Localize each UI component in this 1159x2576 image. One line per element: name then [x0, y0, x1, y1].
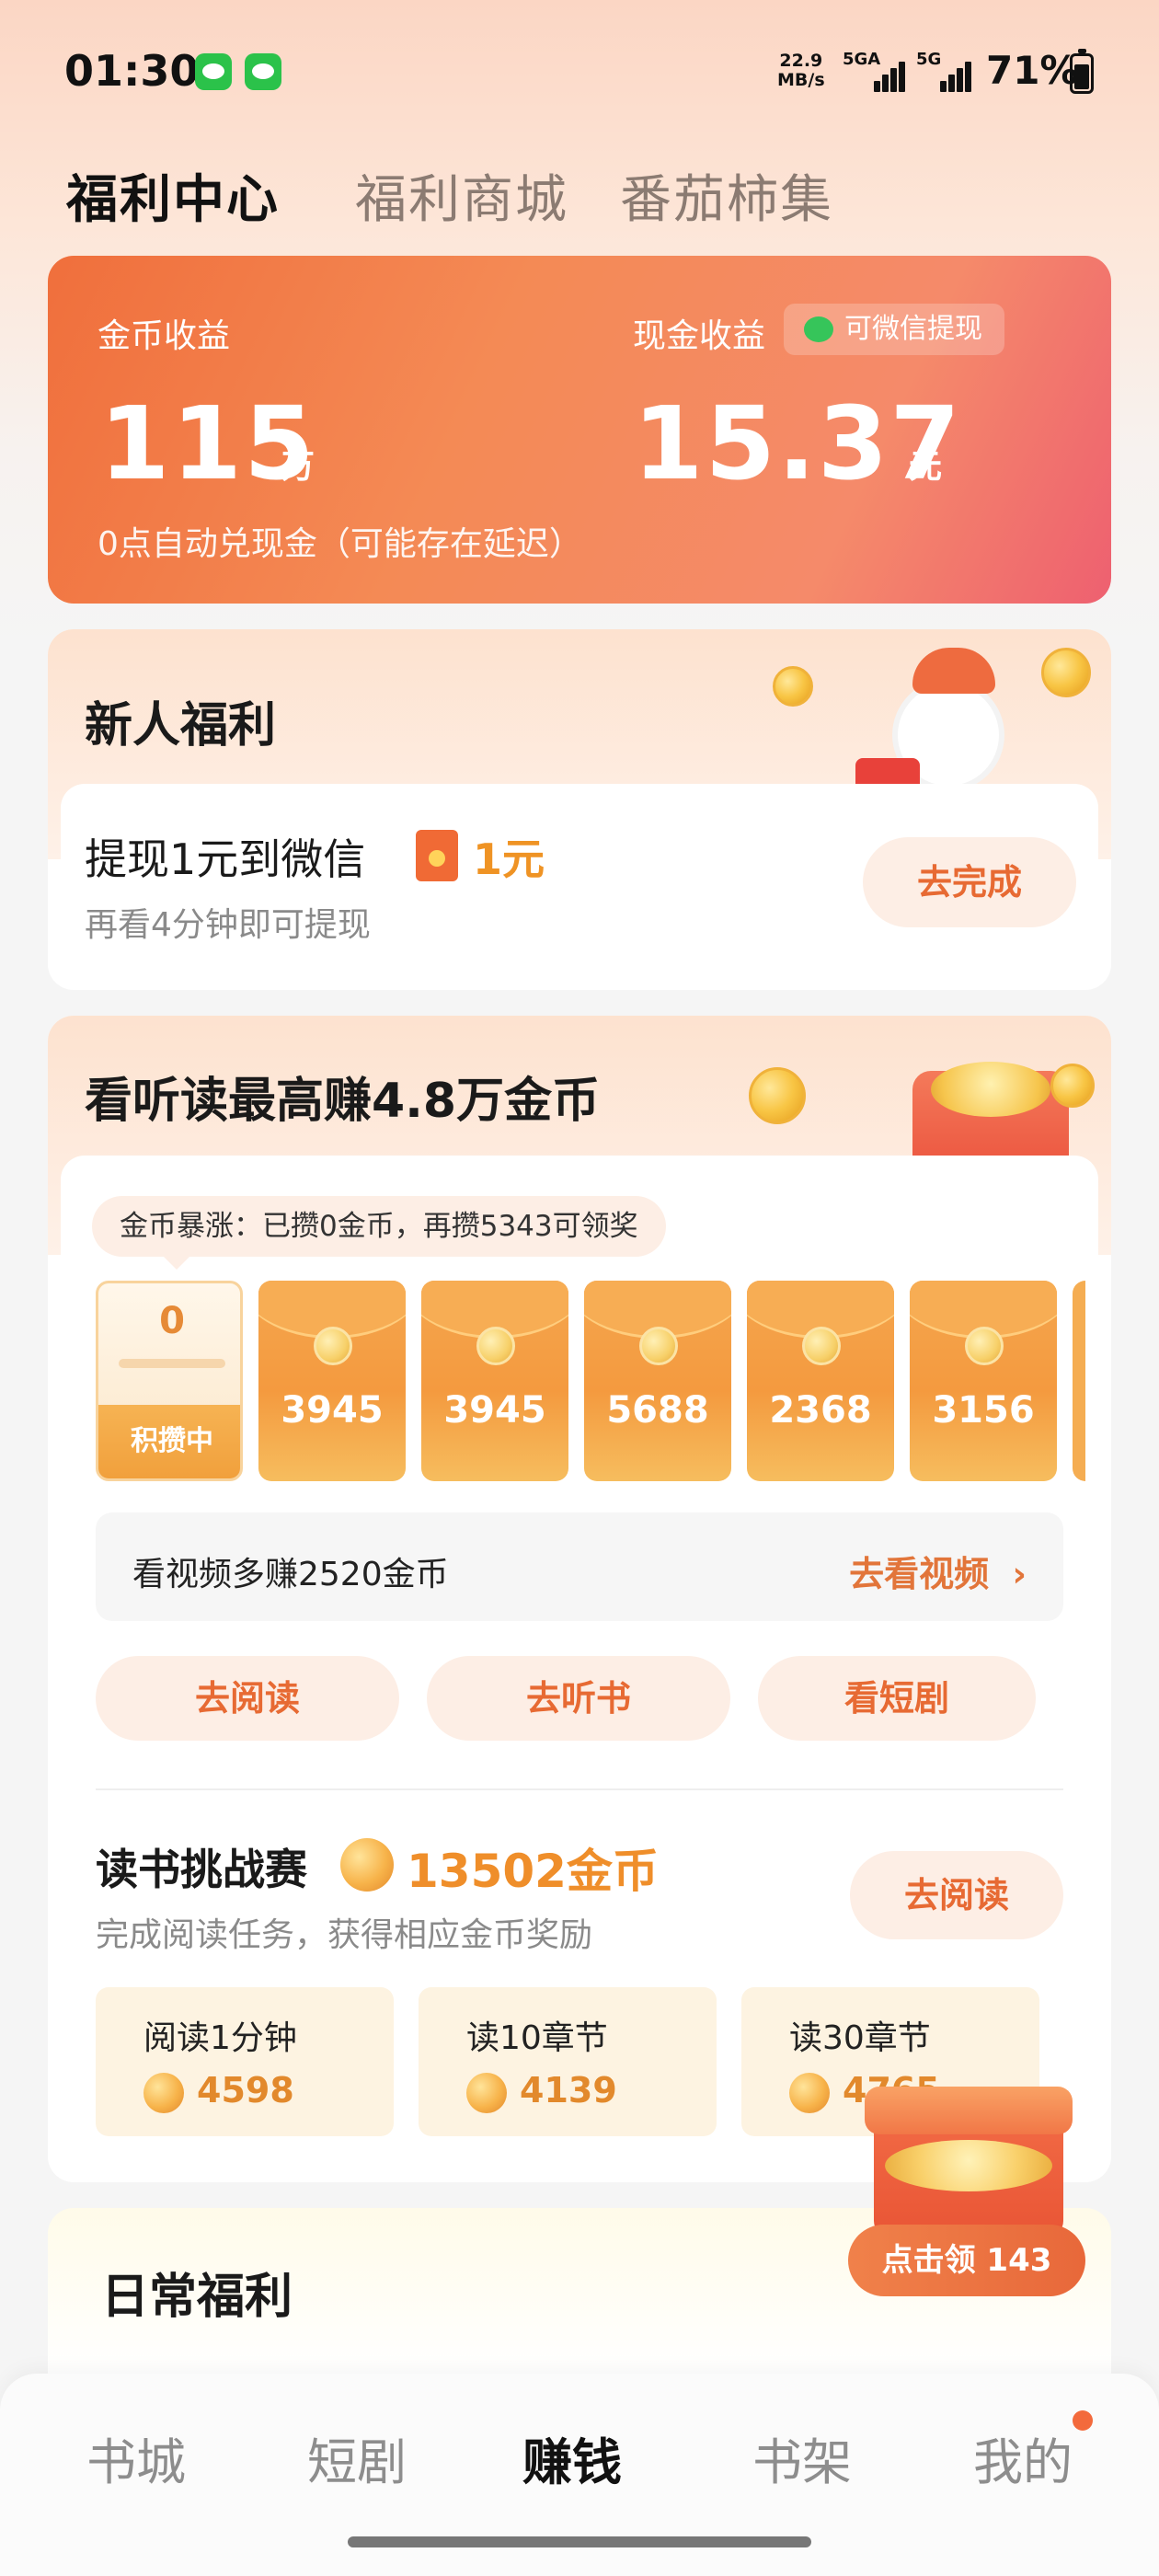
task-name: 读10章节 — [466, 2019, 608, 2057]
home-indicator[interactable] — [348, 2536, 811, 2547]
sim1-signal-icon — [874, 57, 907, 92]
packet-value: 3945 — [281, 1389, 384, 1432]
newbie-welfare-card: 新人福利 提现1元到微信 1元 再看4分钟即可提现 去完成 — [48, 629, 1111, 990]
wechat-notification-icon — [245, 53, 281, 90]
coin-earnings-unit: 万 — [281, 448, 316, 486]
challenge-title: 读书挑战赛 — [96, 1845, 307, 1894]
coin-icon — [466, 2072, 507, 2113]
packet-value: 2368 — [769, 1389, 872, 1432]
packet-value: 5688 — [606, 1389, 709, 1432]
reading-title: 看听读最高赚4.8万金币 — [85, 1074, 601, 1129]
auto-exchange-note: 0点自动兑现金（可能存在延迟） — [98, 525, 582, 563]
chevron-right-icon: › — [1012, 1554, 1027, 1594]
packet-value: 3156 — [932, 1389, 1035, 1432]
go-listen-button[interactable]: 去听书 — [427, 1656, 730, 1741]
coin-decoration-icon — [1050, 1064, 1095, 1108]
chest-coins-decoration — [885, 2140, 1052, 2191]
tab-welfare-mall[interactable]: 福利商城 — [355, 158, 568, 233]
nav-bookstore[interactable]: 书城 — [86, 2421, 186, 2494]
status-time: 01:30 — [64, 46, 200, 96]
watch-video-link[interactable]: 去看视频 › — [849, 1546, 1027, 1596]
notification-dot — [1073, 2410, 1093, 2431]
red-packet[interactable]: 3156 — [910, 1281, 1057, 1481]
status-bar: 01:30 22.9 MB/s 5GA 5G 71% — [0, 0, 1159, 138]
red-packet[interactable]: 3945 — [421, 1281, 568, 1481]
coin-decoration-icon — [1041, 648, 1091, 697]
tab-welfare-center[interactable]: 福利中心 — [66, 158, 280, 233]
chest-lid — [865, 2087, 1073, 2134]
earnings-card[interactable]: 金币收益 115 万 现金收益 可微信提现 15.37 元 0点自动兑现金（可能… — [48, 256, 1111, 604]
watch-video-text: 看视频多赚2520金币 — [132, 1556, 449, 1593]
red-packet[interactable]: 2368 — [747, 1281, 894, 1481]
watch-drama-button[interactable]: 看短剧 — [758, 1656, 1036, 1741]
cash-earnings-label: 现金收益 — [633, 317, 766, 355]
packet-label: 积攒中 — [98, 1405, 240, 1478]
packet-value: 3945 — [443, 1389, 546, 1432]
withdraw-task-title: 提现1元到微信 — [85, 834, 366, 884]
nav-mine[interactable]: 我的 — [973, 2421, 1073, 2494]
withdraw-reward: 1元 — [473, 834, 545, 884]
task-coins: 4598 — [143, 2070, 294, 2113]
challenge-read-button[interactable]: 去阅读 — [850, 1851, 1063, 1939]
watch-video-row[interactable]: 看视频多赚2520金币 去看视频 › — [96, 1512, 1063, 1621]
packet-accumulating[interactable]: 0 积攒中 — [96, 1281, 243, 1481]
wechat-icon — [804, 316, 833, 342]
coin-decoration-icon — [749, 1067, 806, 1124]
coin-seal-icon — [476, 1327, 515, 1365]
task-coins: 4139 — [466, 2070, 617, 2113]
battery-icon — [1070, 49, 1094, 94]
coin-seal-icon — [965, 1327, 1004, 1365]
coin-boost-tip: 金币暴涨：已攒0金币，再攒5343可领奖 — [92, 1196, 666, 1270]
wechat-notification-icon — [195, 53, 232, 90]
claim-chest-button[interactable]: 点击领 143 — [848, 2225, 1085, 2296]
task-coins-value: 4139 — [520, 2070, 617, 2110]
tab-tomato-market[interactable]: 番茄柿集 — [620, 158, 833, 233]
red-packet[interactable]: 3945 — [258, 1281, 406, 1481]
watch-video-label: 去看视频 — [849, 1554, 990, 1594]
nav-bookshelf[interactable]: 书架 — [752, 2421, 852, 2494]
withdraw-task-row: 提现1元到微信 1元 再看4分钟即可提现 去完成 — [61, 784, 1098, 977]
coin-earnings-label: 金币收益 — [98, 317, 231, 355]
task-name: 阅读1分钟 — [143, 2019, 297, 2057]
go-read-button[interactable]: 去阅读 — [96, 1656, 399, 1741]
wechat-withdraw-badge: 可微信提现 — [784, 304, 1004, 355]
challenge-coins: 13502金币 — [407, 1845, 659, 1898]
nav-earn-money[interactable]: 赚钱 — [522, 2421, 622, 2494]
complete-button[interactable]: 去完成 — [863, 837, 1076, 927]
coin-icon — [789, 2072, 830, 2113]
red-packet-partial — [1073, 1281, 1085, 1481]
sim2-signal-icon — [940, 57, 977, 92]
top-tabs: 福利中心 福利商城 番茄柿集 — [0, 158, 1159, 232]
red-packet-icon — [416, 830, 458, 881]
coin-seal-icon — [314, 1327, 352, 1365]
network-speed: 22.9 MB/s — [777, 52, 825, 90]
coin-seal-icon — [639, 1327, 678, 1365]
challenge-sub: 完成阅读任务，获得相应金币奖励 — [96, 1916, 593, 1954]
wechat-withdraw-text: 可微信提现 — [844, 313, 982, 345]
packet-value: 0 — [159, 1300, 185, 1342]
progress-bar — [119, 1359, 225, 1368]
coin-icon — [340, 1838, 394, 1892]
challenge-task[interactable]: 阅读1分钟 4598 — [96, 1987, 394, 2136]
sim2-label: 5G — [916, 50, 942, 69]
withdraw-task-sub: 再看4分钟即可提现 — [85, 906, 371, 944]
cash-earnings-unit: 元 — [909, 448, 943, 486]
coin-seal-icon — [802, 1327, 841, 1365]
challenge-task[interactable]: 读10章节 4139 — [419, 1987, 717, 2136]
red-packet[interactable]: 5688 — [584, 1281, 731, 1481]
network-speed-value: 22.9 — [779, 51, 823, 71]
section-divider — [96, 1788, 1063, 1790]
battery-percent: 71% — [986, 48, 1079, 93]
task-coins-value: 4598 — [197, 2070, 294, 2110]
task-name: 读30章节 — [789, 2019, 931, 2057]
mascot-illustration — [848, 648, 1050, 804]
daily-title: 日常福利 — [101, 2270, 293, 2325]
nav-short-drama[interactable]: 短剧 — [307, 2421, 407, 2494]
network-speed-unit: MB/s — [777, 70, 825, 90]
coin-icon — [143, 2072, 184, 2113]
newbie-title: 新人福利 — [85, 698, 277, 753]
coin-decoration-icon — [773, 666, 813, 707]
